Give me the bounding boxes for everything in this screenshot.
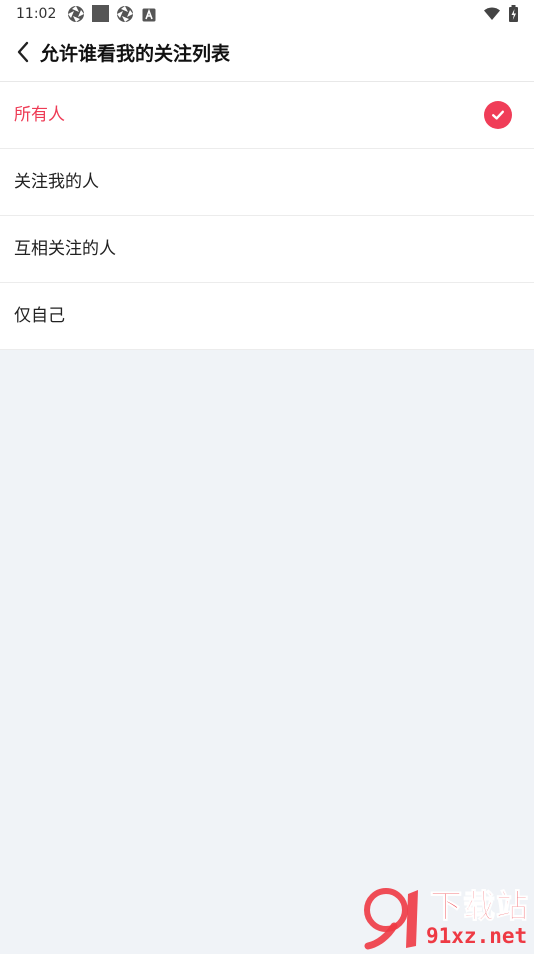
check-circle-icon	[484, 101, 512, 129]
option-label: 所有人	[14, 105, 65, 125]
square-icon	[92, 5, 110, 23]
visibility-options-list: 所有人 关注我的人 互相关注的人 仅自己	[0, 82, 534, 350]
watermark: 下载站 91xz.net	[364, 886, 534, 950]
option-label: 关注我的人	[14, 172, 99, 192]
watermark-logo	[364, 886, 428, 950]
option-followers[interactable]: 关注我的人	[0, 149, 534, 216]
option-only-me[interactable]: 仅自己	[0, 283, 534, 350]
status-time: 11:02	[16, 6, 57, 22]
aperture-icon	[116, 5, 134, 23]
status-bar: 11:02	[0, 0, 534, 28]
option-label: 互相关注的人	[14, 239, 116, 259]
back-button[interactable]	[6, 36, 40, 72]
a-badge-icon	[142, 7, 160, 25]
option-label: 仅自己	[14, 306, 65, 326]
app-bar: 允许谁看我的关注列表	[0, 28, 534, 82]
watermark-brand: 下载站	[429, 887, 530, 925]
chevron-left-icon	[16, 41, 30, 67]
watermark-url: 91xz.net	[426, 924, 528, 948]
wifi-icon	[483, 5, 501, 23]
battery-charging-icon	[508, 5, 526, 23]
aperture-icon	[67, 5, 85, 23]
page-title: 允许谁看我的关注列表	[40, 43, 231, 65]
option-mutual-follows[interactable]: 互相关注的人	[0, 216, 534, 283]
option-everyone[interactable]: 所有人	[0, 82, 534, 149]
